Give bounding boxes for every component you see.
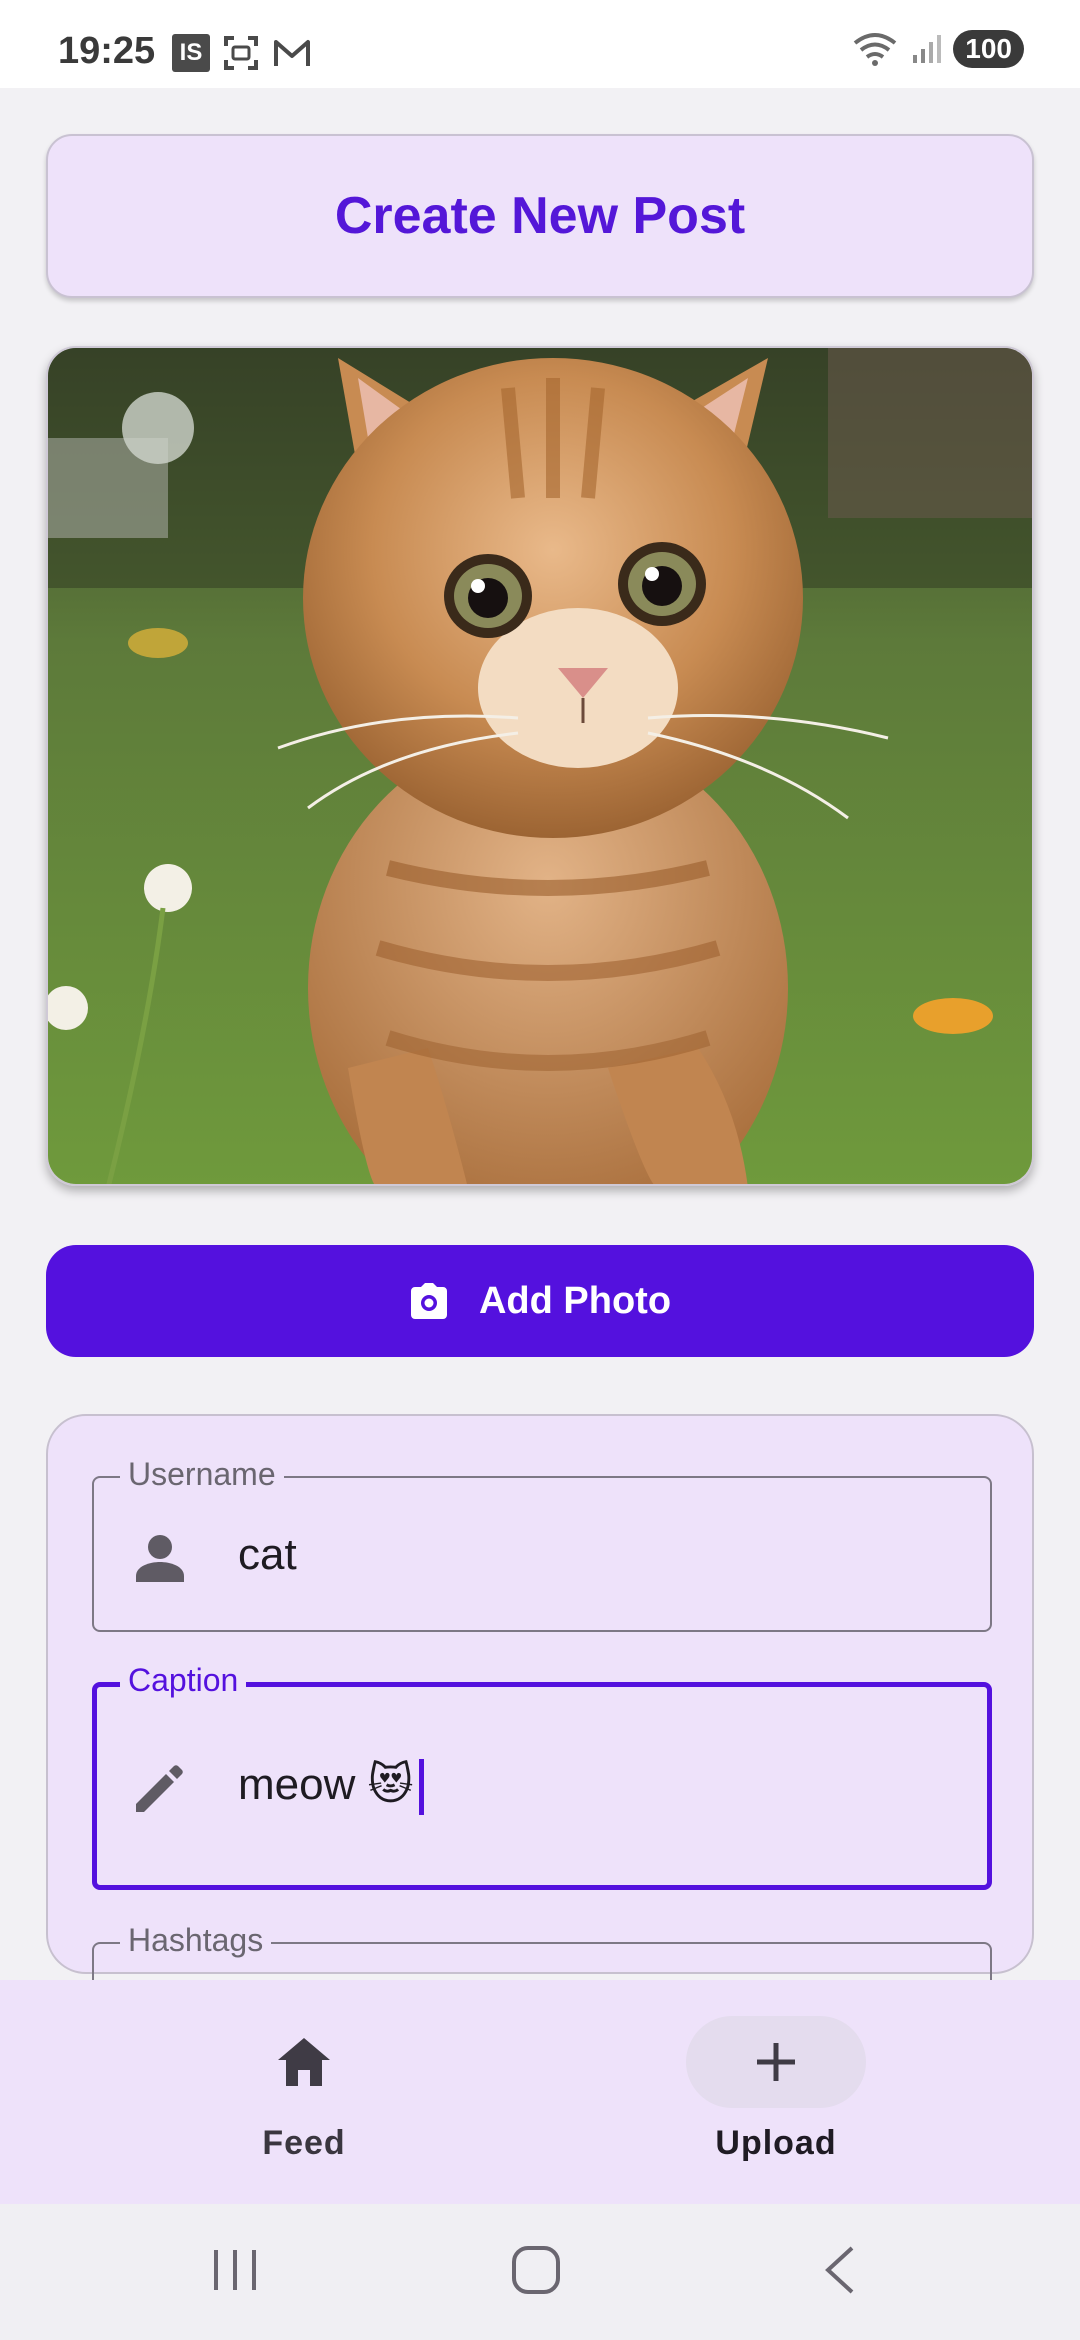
add-photo-label: Add Photo xyxy=(478,1279,672,1322)
upload-pill xyxy=(686,2016,866,2108)
gmail-icon xyxy=(274,40,310,66)
bottom-navigation: Feed Upload xyxy=(0,1980,1080,2204)
battery-indicator: 100 xyxy=(953,30,1024,68)
nav-item-upload[interactable]: Upload xyxy=(676,2016,876,2163)
username-label: Username xyxy=(120,1456,284,1492)
hashtags-label: Hashtags xyxy=(120,1922,272,1958)
status-time: 19:25 xyxy=(58,30,156,72)
person-icon xyxy=(136,1535,184,1582)
nav-label-feed: Feed xyxy=(262,2124,346,2162)
text-cursor xyxy=(419,1759,425,1816)
home-icon xyxy=(278,2038,330,2086)
status-bar: 19:25 IS 100 xyxy=(0,0,1080,88)
caption-text: meow 😻 xyxy=(238,1760,414,1809)
signal-icon xyxy=(913,35,942,63)
feed-pill xyxy=(214,2016,394,2108)
selected-photo xyxy=(46,346,1034,1186)
caption-label: Caption xyxy=(120,1662,247,1698)
post-form-card: Username cat Caption meow 😻 Hashtags xyxy=(46,1414,1034,2062)
back-icon[interactable] xyxy=(820,2244,860,2296)
nav-item-feed[interactable]: Feed xyxy=(204,2016,404,2163)
system-navigation-bar xyxy=(0,2204,1080,2340)
wifi-icon xyxy=(854,33,897,66)
home-button-icon[interactable] xyxy=(510,2244,562,2296)
username-field[interactable]: Username cat xyxy=(92,1456,992,1632)
page-title: Create New Post xyxy=(334,187,746,245)
status-icons-left: IS xyxy=(172,34,312,72)
username-input[interactable]: cat xyxy=(238,1530,297,1580)
caption-input[interactable]: meow 😻 xyxy=(238,1759,425,1816)
status-icons-right: 100 xyxy=(853,30,1024,68)
cat-photo-image xyxy=(48,348,1032,1184)
pencil-icon xyxy=(136,1765,183,1812)
nav-label-upload: Upload xyxy=(715,2124,837,2162)
camera-icon xyxy=(410,1283,447,1319)
is-badge-icon: IS xyxy=(172,34,210,72)
screenshot-icon xyxy=(224,36,258,70)
recent-apps-icon[interactable] xyxy=(210,2244,260,2296)
plus-icon xyxy=(757,2043,795,2081)
header-card: Create New Post xyxy=(46,134,1034,298)
caption-field[interactable]: Caption meow 😻 xyxy=(92,1662,992,1890)
add-photo-button[interactable]: Add Photo xyxy=(46,1245,1034,1357)
